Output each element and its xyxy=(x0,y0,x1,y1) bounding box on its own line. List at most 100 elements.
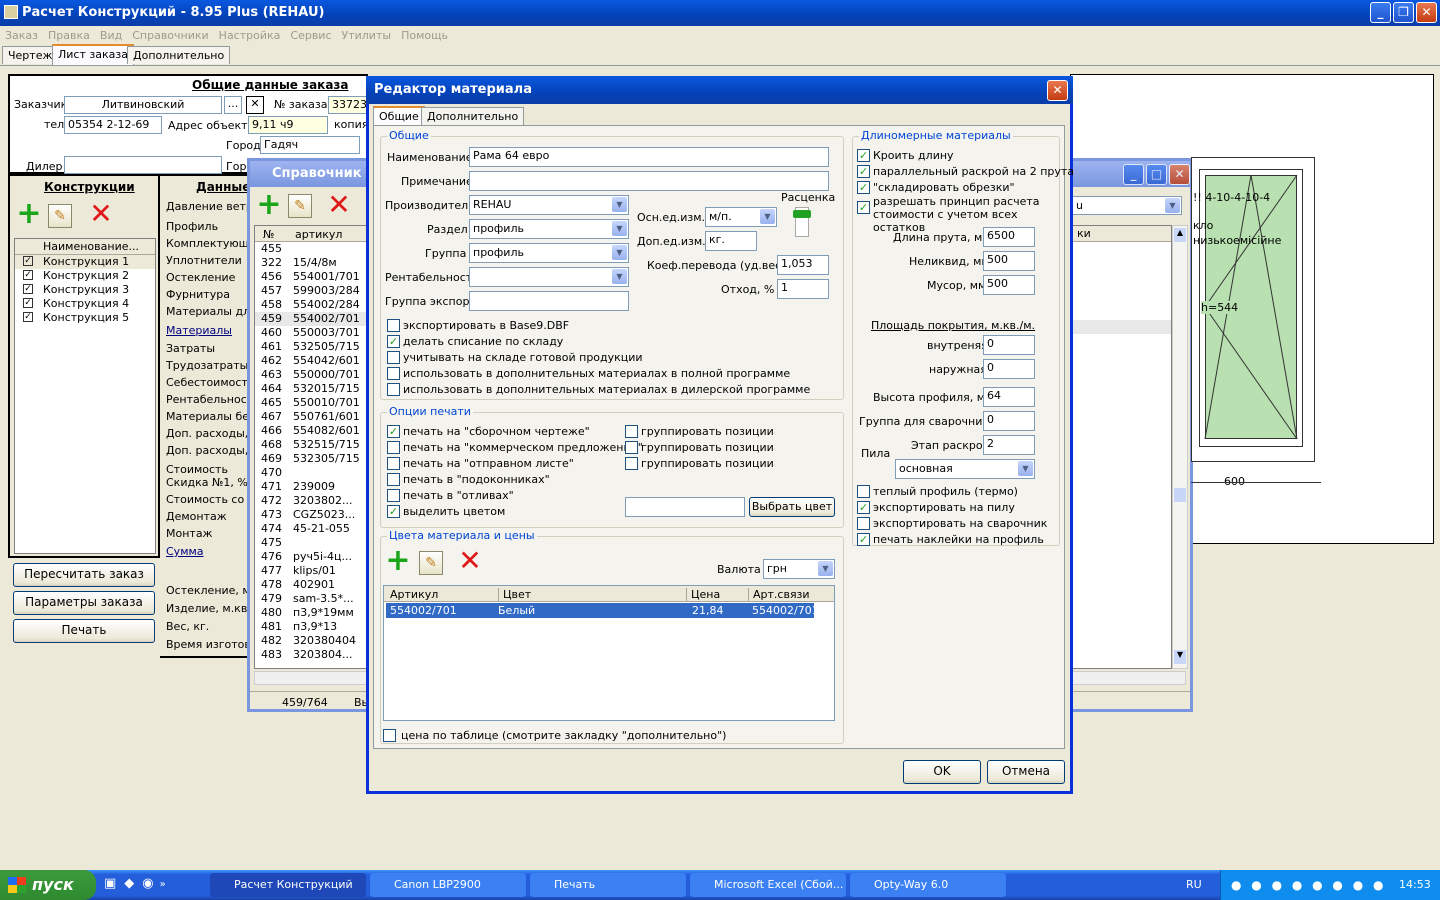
table-row[interactable]: 480 п3,9*19мм xyxy=(255,606,367,620)
menu-item-0[interactable]: Заказ xyxy=(0,26,43,42)
cancel-button[interactable]: Отмена xyxy=(987,760,1065,784)
table-row[interactable]: 460 550003/701 xyxy=(255,326,367,340)
menu-item-3[interactable]: Справочники xyxy=(127,26,213,42)
media-icon[interactable]: ◆ xyxy=(124,876,134,891)
color-add-icon[interactable]: + xyxy=(385,546,411,576)
inner-field[interactable]: 0 xyxy=(983,335,1035,355)
choose-color-button[interactable]: Выбрать цвет xyxy=(749,497,835,517)
bar-length-field[interactable]: 6500 xyxy=(983,227,1035,247)
group-positions-checkbox[interactable] xyxy=(625,457,638,470)
catalog-delete-icon[interactable]: ✕ xyxy=(326,191,352,219)
checkbox[interactable] xyxy=(387,441,400,454)
export-group-field[interactable] xyxy=(469,291,629,311)
checkbox[interactable] xyxy=(387,383,400,396)
restore-button[interactable]: ❐ xyxy=(1393,2,1414,23)
table-row[interactable]: 464 532015/715 xyxy=(255,382,367,396)
catalog-add-icon[interactable]: + xyxy=(256,190,282,220)
edit-icon[interactable]: ✎ xyxy=(48,204,72,228)
dialog-tab-general[interactable]: Общие xyxy=(373,106,425,126)
checkbox[interactable]: ✓ xyxy=(857,165,870,178)
customer-field[interactable]: Литвиновский xyxy=(64,96,222,114)
table-row[interactable]: 473 CGZ5023... xyxy=(255,508,367,522)
coef-field[interactable]: 1,053 xyxy=(777,255,829,275)
table-row[interactable]: 474 45-21-055 xyxy=(255,522,367,536)
order-no-field[interactable]: 33723 xyxy=(328,96,368,114)
table-row[interactable]: 481 п3,9*13 xyxy=(255,620,367,634)
catalog-right-hscroll[interactable] xyxy=(1072,671,1186,685)
currency-select[interactable]: грн ▼ xyxy=(763,559,835,579)
desktop-icon[interactable]: ▣ xyxy=(104,876,116,891)
city-field[interactable]: Гадяч xyxy=(260,136,360,154)
construction-checkbox[interactable]: ✓ xyxy=(23,284,33,294)
catalog-vscroll[interactable]: ▲ ▼ xyxy=(1172,225,1188,669)
table-row[interactable]: 467 550761/601 xyxy=(255,410,367,424)
musor-field[interactable]: 500 xyxy=(983,275,1035,295)
stage-field[interactable]: 2 xyxy=(983,435,1035,455)
table-row[interactable]: 476 руч5і-4ц... xyxy=(255,550,367,564)
group-positions-checkbox[interactable] xyxy=(625,441,638,454)
checkbox[interactable]: ✓ xyxy=(857,501,870,514)
principle-checkbox[interactable]: ✓ xyxy=(857,201,870,214)
address-field[interactable]: 9,11 ч9 xyxy=(248,116,328,134)
construction-checkbox[interactable]: ✓ xyxy=(23,270,33,280)
close-button[interactable]: ✕ xyxy=(1416,2,1437,23)
checkbox[interactable]: ✓ xyxy=(387,505,400,518)
checkbox[interactable]: ✓ xyxy=(387,425,400,438)
checkbox[interactable] xyxy=(387,367,400,380)
table-row[interactable]: 322 15/4/8м xyxy=(255,256,367,270)
table-row[interactable]: 456 554001/701 xyxy=(255,270,367,284)
task-print[interactable]: Печать xyxy=(530,873,686,897)
waste-field[interactable]: 1 xyxy=(777,279,829,299)
table-row[interactable]: 463 550000/701 xyxy=(255,368,367,382)
rate-slider[interactable] xyxy=(793,207,811,237)
add-icon[interactable]: + xyxy=(16,199,42,229)
table-row[interactable]: 462 554042/601 xyxy=(255,354,367,368)
table-row[interactable]: 466 554082/601 xyxy=(255,424,367,438)
tab-drawing[interactable]: Чертеж xyxy=(2,46,59,64)
construction-checkbox[interactable]: ✓ xyxy=(23,312,33,322)
task-raschet[interactable]: Расчет Конструкций xyxy=(210,873,366,897)
start-button[interactable]: пуск xyxy=(0,870,96,900)
table-row[interactable]: 475 xyxy=(255,536,367,550)
menu-item-2[interactable]: Вид xyxy=(95,26,127,42)
unit-select[interactable]: м/п. ▼ xyxy=(705,207,777,227)
task-canon[interactable]: Canon LBP2900 xyxy=(370,873,526,897)
checkbox[interactable]: ✓ xyxy=(857,181,870,194)
table-row[interactable]: 458 554002/284 xyxy=(255,298,367,312)
checkbox[interactable] xyxy=(857,485,870,498)
checkbox[interactable]: ✓ xyxy=(857,533,870,546)
checkbox[interactable] xyxy=(857,517,870,530)
minimize-button[interactable]: _ xyxy=(1370,2,1391,23)
task-excel[interactable]: Microsoft Excel (Сбой... xyxy=(690,873,846,897)
table-row[interactable]: 455 xyxy=(255,242,367,256)
table-row[interactable]: 459 554002/701 xyxy=(255,312,367,326)
language-indicator[interactable]: RU xyxy=(1186,878,1202,891)
checkbox[interactable] xyxy=(387,457,400,470)
dealer-field[interactable] xyxy=(64,156,222,174)
construction-row[interactable]: ✓ Конструкция 1 xyxy=(15,255,155,269)
outer-field[interactable]: 0 xyxy=(983,359,1035,379)
table-row[interactable]: 482 320380404 xyxy=(255,634,367,648)
maker-select[interactable]: REHAU ▼ xyxy=(469,195,629,215)
checkbox[interactable] xyxy=(387,351,400,364)
saw-select[interactable]: основная ▼ xyxy=(895,459,1035,479)
delete-icon[interactable]: ✕ xyxy=(88,200,114,228)
color-delete-icon[interactable]: ✕ xyxy=(457,547,483,575)
ok-button[interactable]: OK xyxy=(903,760,981,784)
table-row[interactable]: 468 532515/715 xyxy=(255,438,367,452)
section-select[interactable]: профиль ▼ xyxy=(469,219,629,239)
tab-order-sheet[interactable]: Лист заказа xyxy=(52,44,134,65)
tab-additional[interactable]: Дополнительно xyxy=(127,46,231,64)
menu-item-4[interactable]: Настройка xyxy=(214,26,286,42)
table-row[interactable]: 469 532305/715 xyxy=(255,452,367,466)
construction-row[interactable]: ✓ Конструкция 2 xyxy=(15,269,155,283)
construction-checkbox[interactable]: ✓ xyxy=(23,256,33,266)
table-row[interactable]: 483 3203804... xyxy=(255,648,367,662)
menu-item-1[interactable]: Правка xyxy=(43,26,95,42)
unit2-field[interactable]: кг. xyxy=(705,231,757,251)
group-select[interactable]: профиль ▼ xyxy=(469,243,629,263)
catalog-right-selected-row[interactable] xyxy=(1073,320,1171,334)
note-field[interactable] xyxy=(469,171,829,191)
table-row[interactable]: 478 402901 xyxy=(255,578,367,592)
ie-icon[interactable]: ◉ xyxy=(142,876,153,891)
